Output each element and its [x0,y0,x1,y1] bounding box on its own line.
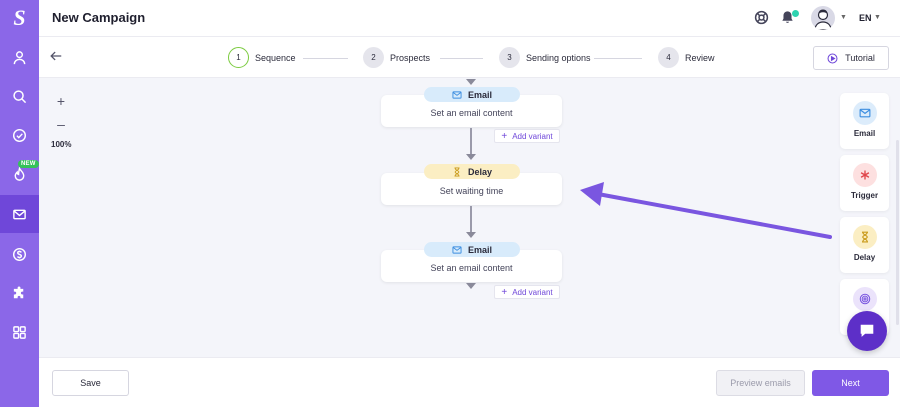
sidebar-item-tasks[interactable] [0,116,39,154]
avatar[interactable] [811,6,835,30]
node-type: Delay [467,166,493,177]
hourglass-icon [862,231,868,243]
step-divider [303,58,348,59]
asterisk-icon [860,170,870,180]
add-variant-label: Add variant [512,131,553,141]
play-circle-icon [827,53,838,63]
footer-bar: Save Preview emails Next [39,357,900,407]
step-sequence[interactable]: 1 Sequence [228,47,296,68]
node-content: Set an email content [430,263,513,273]
plus-icon: + [501,130,508,142]
check-circle-icon [12,128,27,142]
stepper-bar: 1 Sequence 2 Prospects 3 Sending options… [39,37,900,78]
help-lifebuoy-icon[interactable] [754,10,769,25]
email-step-pill: Email [424,242,520,257]
flow-arrow-head [466,232,476,238]
sidebar-item-contacts[interactable] [0,38,39,76]
sidebar-item-campaigns[interactable] [0,195,39,233]
palette-icon-bg [853,225,877,249]
puzzle-icon [13,285,24,298]
search-icon [13,89,27,103]
language-selector[interactable]: EN [859,13,872,23]
flow-arrow-head [466,283,476,289]
step-number: 4 [658,47,679,68]
palette-icon-bg [853,287,877,311]
step-label: Sequence [255,52,296,63]
delay-step-pill: Delay [424,164,520,179]
new-badge: NEW [18,160,39,168]
mail-icon [859,108,871,118]
next-button[interactable]: Next [812,370,889,396]
add-variant-button[interactable]: + Add variant [494,285,560,299]
node-content: Set waiting time [439,186,504,196]
flow-arrow-head [466,79,476,85]
node-content: Set an email content [430,108,513,118]
palette-email[interactable]: Email [840,93,889,149]
flow-connector [470,128,472,154]
save-button[interactable]: Save [52,370,129,396]
sidebar-item-apps[interactable] [0,313,39,351]
flow-connector [470,206,472,232]
back-arrow-icon[interactable] [49,49,63,63]
sidebar-item-search[interactable] [0,77,39,115]
sidebar: S NEW [0,0,39,407]
node-type: Email [467,89,492,100]
step-number: 2 [363,47,384,68]
palette-label: Delay [853,253,876,262]
mail-icon [452,245,462,254]
step-label: Review [685,52,715,63]
app-logo[interactable]: S [0,0,39,36]
sidebar-item-integrations[interactable] [0,274,39,312]
step-divider [594,58,642,59]
step-divider [440,58,483,59]
step-number: 3 [499,47,520,68]
tutorial-label: Tutorial [845,53,875,63]
target-icon [859,293,871,305]
palette-label: Email [853,129,876,138]
chevron-down-icon[interactable]: ▼ [874,14,881,21]
palette-delay[interactable]: Delay [840,217,889,273]
grid-icon [13,325,26,339]
palette-trigger[interactable]: Trigger [840,155,889,211]
dollar-icon [12,247,27,261]
preview-emails-button[interactable]: Preview emails [716,370,805,396]
mail-icon [452,90,462,99]
sidebar-item-billing[interactable] [0,235,39,273]
hourglass-icon [454,166,460,177]
email-step-pill: Email [424,87,520,102]
notification-dot [792,10,799,17]
page-title: New Campaign [52,10,146,25]
palette-icon-bg [853,101,877,125]
zoom-out-button[interactable]: – [51,115,71,133]
chat-icon [860,324,874,337]
zoom-in-button[interactable]: + [51,92,71,110]
step-prospects[interactable]: 2 Prospects [363,47,430,68]
tutorial-button[interactable]: Tutorial [813,46,889,70]
palette-icon-bg [853,163,877,187]
palette-scrollbar[interactable] [896,140,899,325]
step-sending-options[interactable]: 3 Sending options [499,47,591,68]
user-icon [13,50,26,64]
step-label: Prospects [390,52,431,63]
step-number: 1 [228,47,249,68]
flow-arrow-head [466,154,476,160]
step-review[interactable]: 4 Review [658,47,715,68]
node-type: Email [467,244,492,255]
add-variant-button[interactable]: + Add variant [494,129,560,143]
fire-icon [14,166,25,181]
chat-button[interactable] [847,311,887,351]
top-header: New Campaign [39,0,900,37]
zoom-level: 100% [51,140,72,149]
mail-icon [13,209,26,219]
plus-icon: + [501,286,508,298]
add-variant-label: Add variant [512,287,553,297]
step-label: Sending options [526,52,591,63]
avatar-person-icon [814,9,832,30]
chevron-down-icon[interactable]: ▼ [840,14,847,21]
palette-label: Trigger [850,191,879,200]
